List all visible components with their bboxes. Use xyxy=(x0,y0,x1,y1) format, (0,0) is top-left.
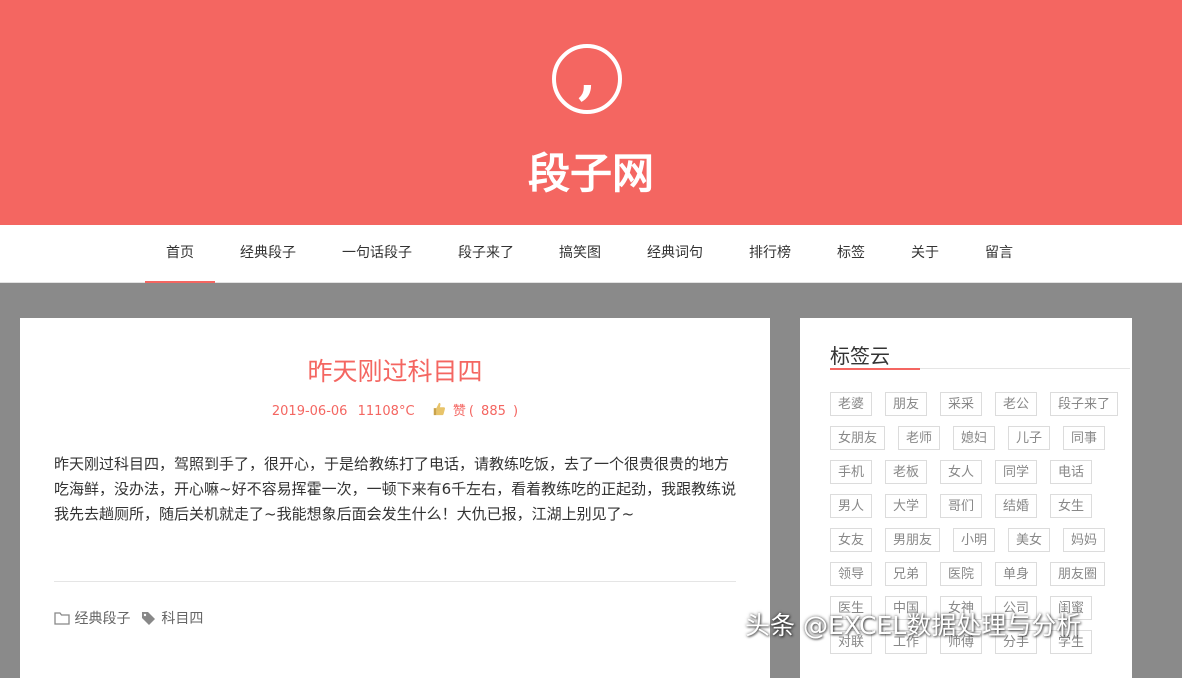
tag-cloud-item[interactable]: 段子来了 xyxy=(1050,392,1118,416)
site-header: , 段子网 xyxy=(0,0,1182,225)
post-title[interactable]: 昨天刚过科目四 xyxy=(20,352,770,388)
tag-cloud-item[interactable]: 媳妇 xyxy=(953,426,995,450)
tag-cloud-item[interactable]: 小明 xyxy=(953,528,995,552)
tags-icon xyxy=(141,612,155,625)
nav-item-classic-jokes[interactable]: 经典段子 xyxy=(228,225,308,282)
nav-item-about[interactable]: 关于 xyxy=(902,225,948,282)
watermark: 头条 @EXCEL数据处理与分析 xyxy=(745,611,1082,640)
tag-cloud-rule-accent xyxy=(830,368,920,370)
folder-icon xyxy=(54,612,70,625)
tag-cloud-item[interactable]: 男人 xyxy=(830,494,872,518)
tag-cloud-item[interactable]: 同事 xyxy=(1063,426,1105,450)
tag-cloud-item[interactable]: 老师 xyxy=(898,426,940,450)
comma-logo-icon[interactable]: , xyxy=(552,44,622,114)
tag-cloud-title: 标签云 xyxy=(830,344,890,368)
tag-cloud-item[interactable]: 老公 xyxy=(995,392,1037,416)
tag-cloud-item[interactable]: 男朋友 xyxy=(885,528,940,552)
tag-cloud-item[interactable]: 兄弟 xyxy=(885,562,927,586)
tag-cloud-item[interactable]: 电话 xyxy=(1050,460,1092,484)
tag-cloud-item[interactable]: 女朋友 xyxy=(830,426,885,450)
tag-cloud-item[interactable]: 大学 xyxy=(885,494,927,518)
post-category-link[interactable]: 经典段子 xyxy=(74,611,130,627)
post-meta: 2019-06-06 11108°C 赞( 885 ) xyxy=(20,400,770,419)
tag-cloud-item[interactable]: 同学 xyxy=(995,460,1037,484)
tag-cloud-item[interactable]: 哥们 xyxy=(940,494,982,518)
post-temperature: 11108°C xyxy=(357,404,415,419)
tag-cloud-item[interactable]: 女友 xyxy=(830,528,872,552)
tag-cloud-item[interactable]: 老婆 xyxy=(830,392,872,416)
tag-cloud-item[interactable]: 朋友 xyxy=(885,392,927,416)
post-divider xyxy=(54,581,736,582)
tag-cloud-item[interactable]: 领导 xyxy=(830,562,872,586)
tag-cloud-item[interactable]: 女生 xyxy=(1050,494,1092,518)
tag-cloud-item[interactable]: 医院 xyxy=(940,562,982,586)
tag-cloud-item[interactable]: 朋友圈 xyxy=(1050,562,1105,586)
like-count: 885 xyxy=(481,404,506,419)
tag-cloud-item[interactable]: 妈妈 xyxy=(1063,528,1105,552)
nav-item-home[interactable]: 首页 xyxy=(145,225,215,283)
nav-item-funny-pics[interactable]: 搞笑图 xyxy=(550,225,610,282)
tag-cloud-item[interactable]: 采采 xyxy=(940,392,982,416)
like-label: 赞 xyxy=(452,404,466,419)
post-date: 2019-06-06 xyxy=(271,404,348,419)
like-button[interactable]: 赞( 885 ) xyxy=(432,402,518,419)
nav-item-ranking[interactable]: 排行榜 xyxy=(740,225,800,282)
site-title[interactable]: 段子网 xyxy=(0,140,1182,201)
nav-item-one-liners[interactable]: 一句话段子 xyxy=(332,225,422,282)
main-nav: 首页 经典段子 一句话段子 段子来了 搞笑图 经典词句 排行榜 标签 关于 留言 xyxy=(0,225,1182,283)
tag-cloud-item[interactable]: 结婚 xyxy=(995,494,1037,518)
tag-cloud-item[interactable]: 美女 xyxy=(1008,528,1050,552)
post-body: 昨天刚过科目四，驾照到手了，很开心，于是给教练打了电话，请教练吃饭，去了一个很贵… xyxy=(54,455,737,523)
post-card: 昨天刚过科目四 2019-06-06 11108°C 赞( 885 ) 昨天刚过… xyxy=(20,318,770,678)
tag-cloud-item[interactable]: 手机 xyxy=(830,460,872,484)
tag-cloud-item[interactable]: 女人 xyxy=(940,460,982,484)
thumbs-up-icon xyxy=(433,402,445,416)
nav-item-jokes-coming[interactable]: 段子来了 xyxy=(446,225,526,282)
tag-cloud-item[interactable]: 单身 xyxy=(995,562,1037,586)
post-footer-tags: 经典段子 科目四 xyxy=(54,608,209,628)
post-tag-link[interactable]: 科目四 xyxy=(161,611,203,627)
tag-cloud-item[interactable]: 儿子 xyxy=(1008,426,1050,450)
nav-item-tags[interactable]: 标签 xyxy=(828,225,874,282)
tag-cloud-item[interactable]: 老板 xyxy=(885,460,927,484)
nav-item-classic-quotes[interactable]: 经典词句 xyxy=(635,225,715,282)
nav-item-guestbook[interactable]: 留言 xyxy=(976,225,1022,282)
